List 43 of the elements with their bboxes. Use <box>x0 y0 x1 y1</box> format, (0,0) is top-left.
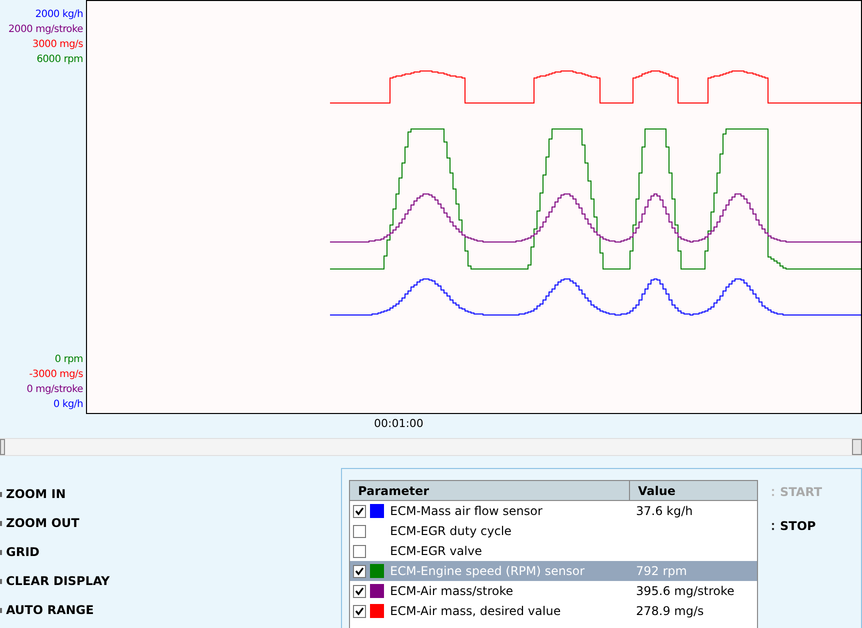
table-cell-text: ECM-Mass air flow sensor <box>390 503 544 520</box>
axis-label: -3000 mg/s <box>29 368 83 382</box>
column-header[interactable]: Value <box>630 482 676 500</box>
table-cell-text: ECM-Air mass/stroke <box>390 583 514 600</box>
table-cell-text: ECM-Engine speed (RPM) sensor <box>390 563 586 580</box>
table-cell-text: 37.6 kg/h <box>636 503 693 520</box>
action-link[interactable]: AUTO RANGE <box>6 601 94 619</box>
action-link[interactable]: CLEAR DISPLAY <box>6 572 110 590</box>
axis-label: 6000 rpm <box>36 53 83 67</box>
table-cell-text: ECM-EGR duty cycle <box>390 523 513 540</box>
bullet-icon <box>772 488 775 496</box>
action-link[interactable]: GRID <box>6 543 40 561</box>
axis-label: 2000 mg/stroke <box>8 23 83 37</box>
checkbox[interactable] <box>353 504 366 518</box>
axis-label: 3000 mg/s <box>32 38 83 52</box>
checkbox[interactable] <box>353 564 366 578</box>
bullet-icon <box>772 522 775 530</box>
scroll-right-button[interactable] <box>852 439 862 455</box>
checkbox[interactable] <box>353 584 366 598</box>
table-cell-text: 395.6 mg/stroke <box>636 583 734 600</box>
axis-label: 0 rpm <box>54 353 83 367</box>
time-label: 00:01:00 <box>374 416 424 432</box>
scroll-left-button[interactable] <box>0 439 5 455</box>
column-header[interactable]: Parameter <box>350 481 630 500</box>
checkbox[interactable] <box>353 604 366 618</box>
axis-label: 0 kg/h <box>53 398 83 412</box>
table-row[interactable]: ECM-EGR valve <box>350 541 757 561</box>
checkbox[interactable] <box>353 524 366 538</box>
table-row[interactable]: ECM-Air mass/stroke 395.6 mg/stroke <box>350 581 757 601</box>
table-cell-text: 278.9 mg/s <box>636 603 704 620</box>
table-cell-text: ECM-Air mass, desired value <box>390 603 562 620</box>
stop-button[interactable]: STOP <box>780 517 816 535</box>
axis-label: 2000 kg/h <box>35 8 83 22</box>
table-cell-text: 792 rpm <box>636 563 687 580</box>
horizontal-scrollbar[interactable] <box>0 438 862 456</box>
table-cell-text: ECM-EGR valve <box>390 543 483 560</box>
action-link[interactable]: ZOOM IN <box>6 485 66 503</box>
table-row[interactable]: ECM-EGR duty cycle <box>350 521 757 541</box>
table-row[interactable]: ECM-Mass air flow sensor 37.6 kg/h <box>350 501 757 521</box>
checkbox[interactable] <box>353 544 366 558</box>
table-row[interactable]: ECM-Air mass, desired value 278.9 mg/s <box>350 601 757 621</box>
axis-label: 0 mg/stroke <box>26 383 83 397</box>
action-link[interactable]: ZOOM OUT <box>6 514 80 532</box>
